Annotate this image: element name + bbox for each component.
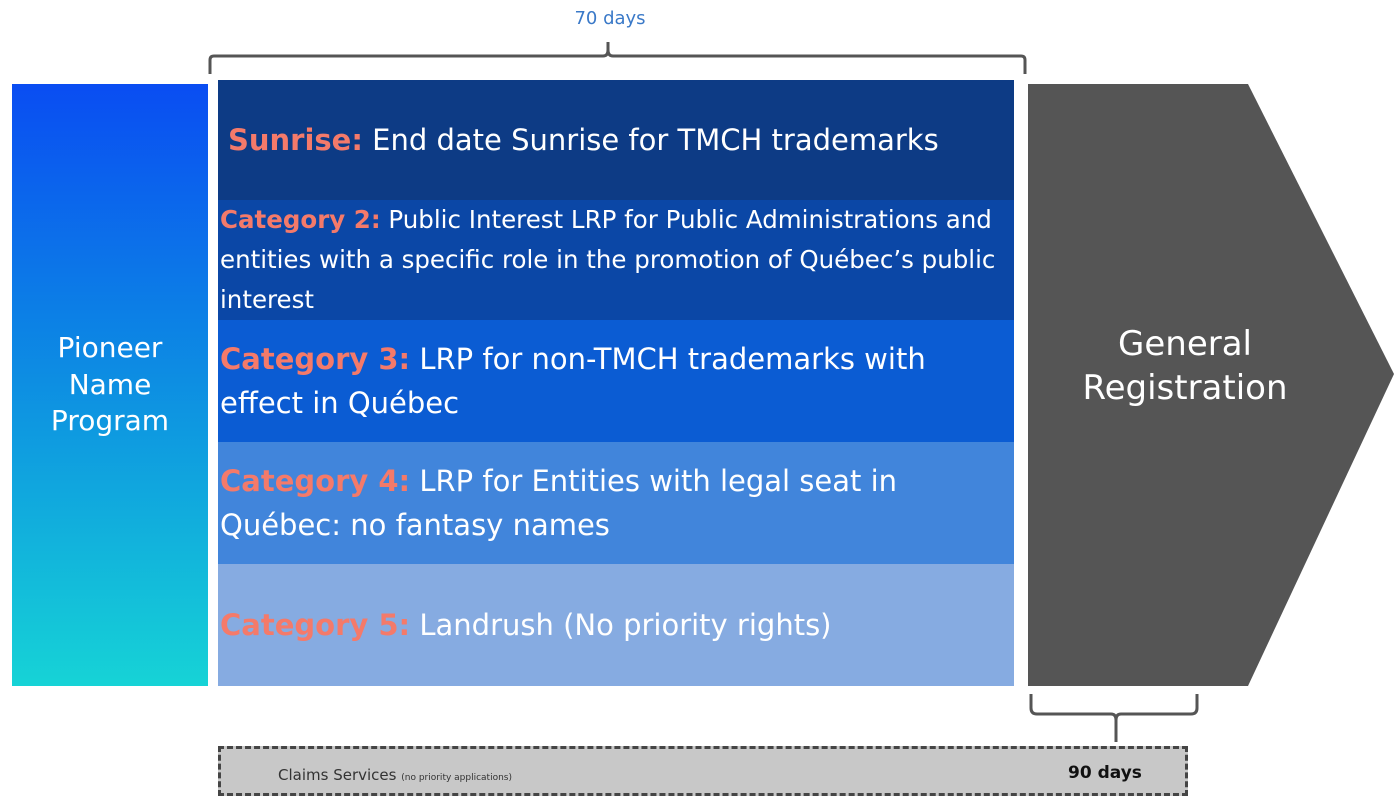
claims-label: Claims Services — [278, 766, 397, 784]
phase-category-3: Category 3: LRP for non-TMCH trademarks … — [218, 320, 1014, 442]
phase-category-label: Sunrise: — [228, 123, 363, 157]
pioneer-line-3: Program — [50, 404, 170, 438]
phase-category-2: Category 2: Public Interest LRP for Publ… — [218, 200, 1014, 320]
claims-services-label: Claims Services (no priority application… — [278, 766, 512, 784]
phase-category-label: Category 2: — [220, 205, 381, 234]
top-brace — [208, 42, 1027, 74]
pioneer-name-program-block: Pioneer Name Program — [12, 84, 208, 686]
phase-category-4: Category 4: LRP for Entities with legal … — [218, 442, 1014, 564]
phase-description: End date Sunrise for TMCH trademarks — [362, 123, 939, 157]
pioneer-label: Pioneer Name Program — [51, 330, 169, 439]
phase-category-5: Category 5: Landrush (No priority rights… — [218, 564, 1014, 686]
claims-note: (no priority applications) — [401, 773, 512, 783]
phase-description: Landrush (No priority rights) — [410, 608, 832, 642]
phase-sunrise: Sunrise: End date Sunrise for TMCH trade… — [218, 80, 1014, 200]
phase-stack: Sunrise: End date Sunrise for TMCH trade… — [218, 80, 1014, 686]
bottom-brace — [1029, 694, 1199, 742]
phase-category-label: Category 5: — [220, 608, 411, 642]
pioneer-line-2: Name — [68, 367, 152, 401]
general-line-2: Registration — [1082, 368, 1288, 408]
top-duration-label: 70 days — [574, 8, 646, 29]
general-line-1: General — [1118, 324, 1252, 364]
phase-category-label: Category 4: — [220, 464, 411, 498]
phase-category-label: Category 3: — [220, 342, 411, 376]
general-registration-label: General Registration — [1050, 322, 1320, 410]
pioneer-line-1: Pioneer — [57, 331, 163, 365]
claims-duration-label: 90 days — [1068, 763, 1142, 783]
